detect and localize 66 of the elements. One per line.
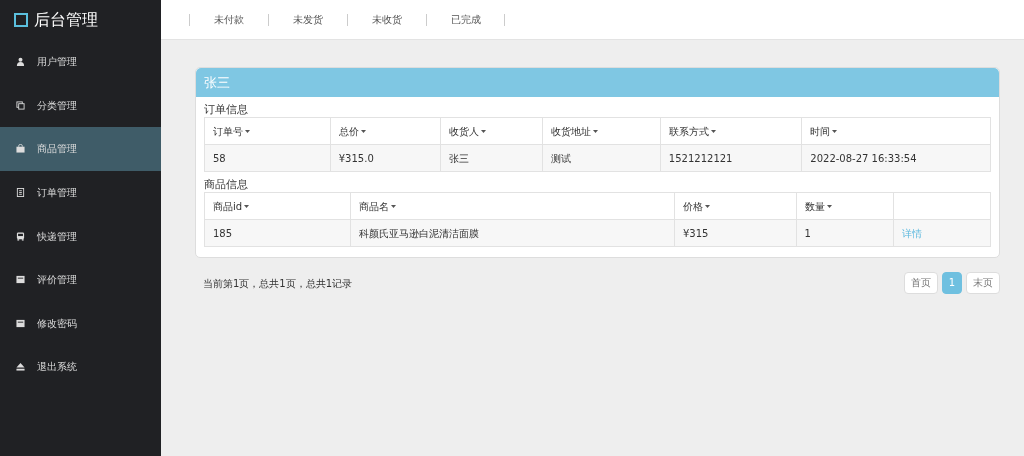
logo-icon: [14, 13, 28, 27]
bus-icon: [16, 231, 25, 241]
tab[interactable]: 未付款: [189, 13, 268, 26]
caret-icon: [360, 130, 366, 133]
column-header[interactable]: 价格: [674, 192, 796, 220]
column-header[interactable]: 订单号: [204, 117, 331, 145]
menu-label: 快递管理: [37, 229, 77, 244]
card-icon: [16, 318, 25, 328]
menu-label: 评价管理: [37, 273, 77, 288]
sidebar-item[interactable]: 退出系统: [0, 345, 161, 389]
sidebar-item[interactable]: 评价管理: [0, 257, 161, 302]
sidebar-item[interactable]: 商品管理: [0, 127, 161, 171]
table-cell: 1: [796, 219, 894, 247]
tab[interactable]: 已完成: [426, 13, 505, 26]
sidebar-item[interactable]: 快递管理: [0, 214, 161, 258]
caret-icon: [390, 205, 396, 208]
user-icon: [16, 57, 25, 67]
menu-label: 退出系统: [37, 360, 77, 375]
panel-header: 张三: [196, 68, 999, 97]
table-cell: 张三: [440, 144, 543, 172]
table-cell: 科颜氏亚马逊白泥清洁面膜: [350, 219, 675, 247]
column-header[interactable]: 时间: [801, 117, 991, 145]
caret-icon: [480, 130, 486, 133]
column-header[interactable]: 数量: [796, 192, 894, 220]
section-title: 商品信息: [204, 178, 249, 192]
caret-icon: [710, 130, 716, 133]
copy-icon: [16, 100, 25, 110]
caret-icon: [592, 130, 598, 133]
menu-label: 用户管理: [37, 55, 77, 70]
column-header[interactable]: 收货地址: [542, 117, 661, 145]
sidebar-item[interactable]: 修改密码: [0, 301, 161, 346]
menu-label: 修改密码: [37, 316, 77, 331]
sidebar-item[interactable]: 用户管理: [0, 40, 161, 84]
table-cell: 测试: [542, 144, 661, 172]
eject-icon: [16, 362, 25, 372]
menu-label: 分类管理: [37, 98, 77, 113]
column-header[interactable]: 商品id: [204, 192, 351, 220]
table-cell: 58: [204, 144, 331, 172]
sidebar-item[interactable]: 订单管理: [0, 170, 161, 215]
caret-icon: [244, 205, 250, 208]
menu-label: 订单管理: [37, 186, 77, 201]
column-header[interactable]: 商品名: [350, 192, 675, 220]
table-cell: ¥315: [674, 219, 796, 247]
bag-icon: [16, 144, 25, 154]
caret-icon: [832, 130, 838, 133]
column-header[interactable]: 联系方式: [660, 117, 802, 145]
table-cell: 2022-08-27 16:33:54: [801, 144, 991, 172]
section-title: 订单信息: [204, 103, 249, 117]
column-header[interactable]: 总价: [330, 117, 441, 145]
table-cell: ¥315.0: [330, 144, 441, 172]
pagination-summary: 当前第1页，总共1页，总共1记录: [203, 276, 353, 291]
caret-icon: [826, 205, 832, 208]
caret-icon: [704, 205, 710, 208]
page-button[interactable]: 末页: [966, 272, 1000, 294]
menu-label: 商品管理: [37, 142, 77, 157]
sidebar-item[interactable]: 分类管理: [0, 83, 161, 128]
card-icon: [16, 275, 25, 285]
page-button[interactable]: 首页: [903, 272, 938, 294]
table-cell: 1521212121: [660, 144, 802, 172]
app-title: 后台管理: [34, 9, 98, 31]
tab[interactable]: 未发货: [268, 13, 347, 26]
caret-icon: [245, 130, 250, 133]
tab[interactable]: 未收货: [347, 13, 426, 26]
column-header[interactable]: 收货人: [440, 117, 543, 145]
file-icon: [16, 188, 25, 198]
table-cell: 185: [204, 219, 351, 247]
